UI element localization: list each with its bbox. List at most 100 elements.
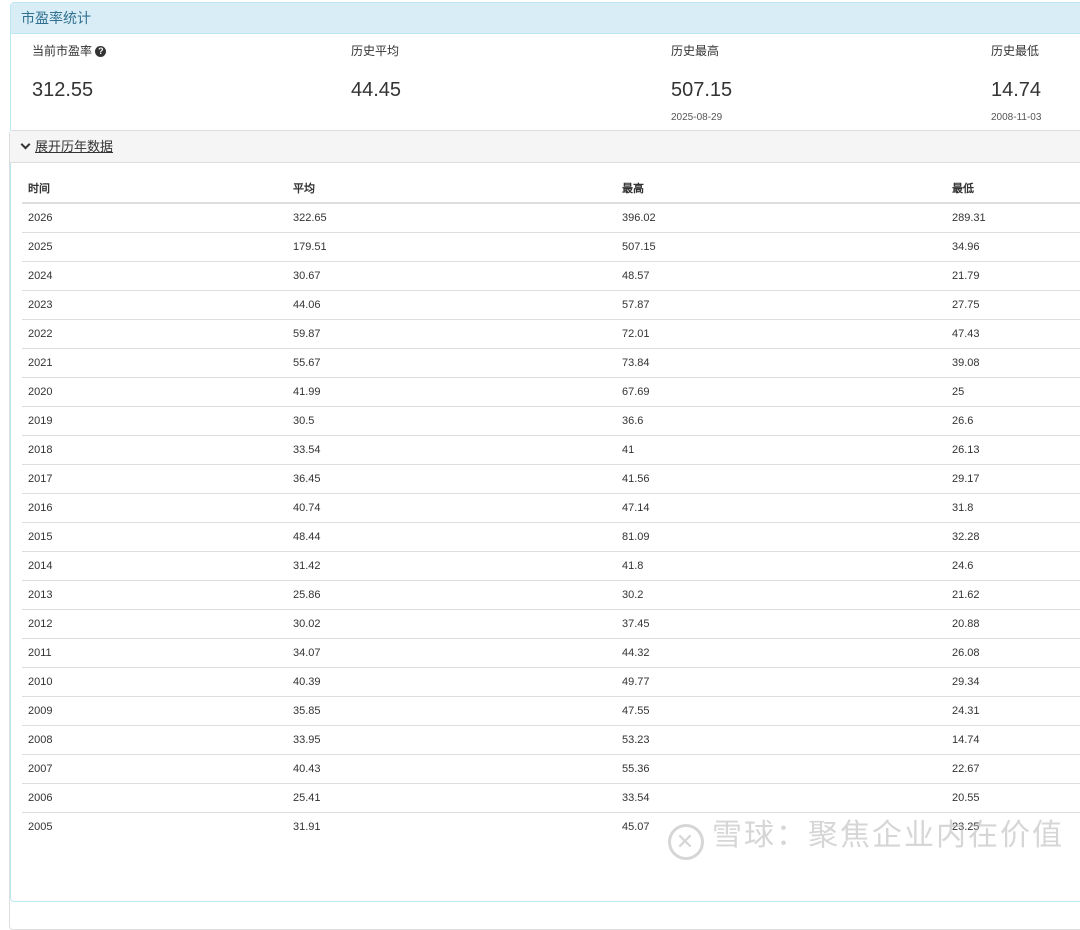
history-toggle[interactable]: 展开历年数据 — [10, 131, 1080, 163]
stat-date: 2008-11-03 — [991, 112, 1042, 123]
cell-low: 24.6 — [946, 550, 1080, 580]
table-row: 2009 35.85 47.55 24.31 — [22, 695, 1080, 725]
help-icon[interactable]: ? — [95, 46, 107, 57]
table-row: 2010 40.39 49.77 29.34 — [22, 666, 1080, 696]
cell-year: 2011 — [22, 637, 287, 667]
table-row: 2014 31.42 41.8 24.6 — [22, 550, 1080, 580]
cell-low: 14.74 — [946, 724, 1080, 754]
cell-avg: 35.85 — [287, 695, 616, 725]
cell-high: 41 — [616, 434, 946, 464]
cell-low: 22.67 — [946, 753, 1080, 783]
column-header-low: 最低 — [946, 173, 1080, 204]
panel-title: 市盈率统计 — [11, 3, 1080, 34]
cell-avg: 322.65 — [287, 202, 616, 232]
cell-low: 27.75 — [946, 289, 1080, 319]
cell-high: 81.09 — [616, 521, 946, 551]
column-header-high: 最高 — [616, 173, 946, 204]
table-row: 2015 48.44 81.09 32.28 — [22, 521, 1080, 551]
watermark-text: 雪球：聚焦企业内在价值 — [712, 819, 1064, 852]
table-row: 2022 59.87 72.01 47.43 — [22, 318, 1080, 348]
table-row: 2011 34.07 44.32 26.08 — [22, 637, 1080, 667]
cell-low: 31.8 — [946, 492, 1080, 522]
cell-high: 41.8 — [616, 550, 946, 580]
cell-low: 26.08 — [946, 637, 1080, 667]
cell-avg: 30.5 — [287, 405, 616, 435]
cell-low: 24.31 — [946, 695, 1080, 725]
cell-year: 2022 — [22, 318, 287, 348]
column-header-year: 时间 — [22, 173, 287, 204]
cell-low: 29.34 — [946, 666, 1080, 696]
table-row: 2026 322.65 396.02 289.31 — [22, 202, 1080, 232]
cell-avg: 25.86 — [287, 579, 616, 609]
table-row: 2023 44.06 57.87 27.75 — [22, 289, 1080, 319]
cell-avg: 30.02 — [287, 608, 616, 638]
cell-high: 47.14 — [616, 492, 946, 522]
cell-year: 2008 — [22, 724, 287, 754]
cell-high: 55.36 — [616, 753, 946, 783]
cell-high: 73.84 — [616, 347, 946, 377]
table-row: 2021 55.67 73.84 39.08 — [22, 347, 1080, 377]
cell-high: 57.87 — [616, 289, 946, 319]
stat-value: 14.74 — [991, 79, 1042, 101]
cell-avg: 33.95 — [287, 724, 616, 754]
cell-high: 47.55 — [616, 695, 946, 725]
stat-label: 历史最低 — [991, 44, 1040, 58]
cell-low: 21.62 — [946, 579, 1080, 609]
cell-low: 289.31 — [946, 202, 1080, 232]
cell-low: 26.13 — [946, 434, 1080, 464]
cell-avg: 44.06 — [287, 289, 616, 319]
table-row: 2017 36.45 41.56 29.17 — [22, 463, 1080, 493]
cell-high: 396.02 — [616, 202, 946, 232]
cell-year: 2021 — [22, 347, 287, 377]
cell-avg: 179.51 — [287, 231, 616, 261]
cell-high: 53.23 — [616, 724, 946, 754]
expand-history-link[interactable]: 展开历年数据 — [35, 139, 113, 154]
stat-value: 312.55 — [32, 79, 94, 101]
cell-year: 2014 — [22, 550, 287, 580]
table-row: 2016 40.74 47.14 31.8 — [22, 492, 1080, 522]
cell-year: 2019 — [22, 405, 287, 435]
cell-year: 2017 — [22, 463, 287, 493]
table-row: 2008 33.95 53.23 14.74 — [22, 724, 1080, 754]
cell-high: 41.56 — [616, 463, 946, 493]
stat-label: 当前市盈率 — [32, 44, 93, 58]
table-row: 2024 30.67 48.57 21.79 — [22, 260, 1080, 290]
table-row: 2013 25.86 30.2 21.62 — [22, 579, 1080, 609]
cell-low: 26.6 — [946, 405, 1080, 435]
cell-avg: 31.42 — [287, 550, 616, 580]
cell-high: 37.45 — [616, 608, 946, 638]
cell-year: 2020 — [22, 376, 287, 406]
cell-year: 2007 — [22, 753, 287, 783]
cell-avg: 30.67 — [287, 260, 616, 290]
table-row: 2020 41.99 67.69 25 — [22, 376, 1080, 406]
cell-avg: 25.41 — [287, 782, 616, 812]
cell-year: 2025 — [22, 231, 287, 261]
table-row: 2019 30.5 36.6 26.6 — [22, 405, 1080, 435]
cell-high: 49.77 — [616, 666, 946, 696]
cell-avg: 36.45 — [287, 463, 616, 493]
watermark: ✕ 雪球：聚焦企业内在价值 — [668, 810, 1064, 860]
cell-high: 67.69 — [616, 376, 946, 406]
cell-year: 2013 — [22, 579, 287, 609]
table-row: 2006 25.41 33.54 20.55 — [22, 782, 1080, 812]
cell-high: 48.57 — [616, 260, 946, 290]
cell-low: 25 — [946, 376, 1080, 406]
cell-year: 2009 — [22, 695, 287, 725]
cell-year: 2010 — [22, 666, 287, 696]
stat-label: 历史最高 — [671, 44, 720, 58]
cell-low: 32.28 — [946, 521, 1080, 551]
cell-avg: 59.87 — [287, 318, 616, 348]
cell-avg: 40.39 — [287, 666, 616, 696]
stat-label: 历史平均 — [351, 44, 400, 58]
cell-avg: 41.99 — [287, 376, 616, 406]
column-header-avg: 平均 — [287, 173, 616, 204]
cell-year: 2026 — [22, 202, 287, 232]
cell-low: 34.96 — [946, 231, 1080, 261]
history-table: 时间 平均 最高 最低 2026 322.65 396.02 289.31 2025 17… — [22, 173, 1080, 841]
chevron-down-icon — [20, 139, 31, 150]
stat-date: 2025-08-29 — [671, 112, 723, 123]
cell-high: 44.32 — [616, 637, 946, 667]
cell-year: 2016 — [22, 492, 287, 522]
stat-current-pe: 当前市盈率 ? 312.55 — [32, 42, 107, 102]
cell-avg: 55.67 — [287, 347, 616, 377]
